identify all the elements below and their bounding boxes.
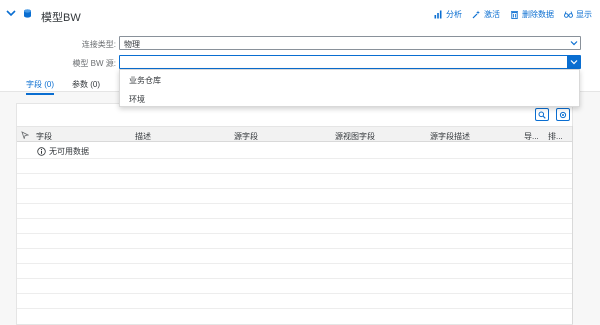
analyze-label: 分析	[446, 10, 462, 19]
info-icon	[37, 147, 46, 156]
row-divider	[17, 248, 572, 249]
row-divider	[17, 263, 572, 264]
chevron-down-icon	[570, 60, 577, 65]
empty-message: 无可用数据	[37, 146, 89, 157]
tab-fields[interactable]: 字段 (0)	[26, 79, 54, 95]
delete-data-button[interactable]: 删除数据	[510, 9, 554, 20]
row-divider	[17, 173, 572, 174]
bw-source-dropdown-toggle[interactable]	[567, 56, 580, 68]
page-title: 模型BW	[41, 12, 81, 24]
column-header-sort[interactable]: 排...	[548, 131, 563, 142]
collapse-chevron-icon[interactable]	[5, 7, 17, 19]
connection-type-select[interactable]: 物理	[119, 36, 581, 50]
analyze-icon	[434, 10, 442, 19]
select-all-icon[interactable]	[21, 131, 29, 139]
row-divider	[17, 308, 572, 309]
model-icon	[24, 9, 31, 18]
table-settings-button[interactable]	[556, 108, 570, 121]
connection-type-label: 连接类型:	[81, 40, 116, 49]
row-divider	[17, 278, 572, 279]
row-divider	[17, 188, 572, 189]
table-search-button[interactable]	[535, 108, 549, 121]
search-icon	[538, 111, 546, 119]
connection-type-value: 物理	[124, 40, 140, 49]
activate-label: 激活	[484, 10, 500, 19]
page-header: 模型BW 分析 激活 删除数据 显示	[0, 0, 600, 28]
display-label: 显示	[576, 10, 592, 19]
tab-parameters[interactable]: 参数 (0)	[72, 79, 100, 90]
empty-table-row: 无可用数据	[17, 142, 572, 157]
display-button[interactable]: 显示	[564, 9, 592, 20]
row-divider	[17, 203, 572, 204]
table-header: 字段 描述 源字段 源视图字段 源字段描述 导... 排...	[17, 126, 572, 142]
column-header-source-field-description[interactable]: 源字段描述	[430, 131, 470, 142]
dropdown-option-business-warehouse[interactable]: 业务仓库	[120, 70, 579, 88]
display-icon	[564, 11, 573, 18]
fields-table-panel: 字段 描述 源字段 源视图字段 源字段描述 导... 排... 无可用数据	[16, 103, 573, 325]
chevron-down-icon	[570, 41, 577, 46]
activate-button[interactable]: 激活	[472, 9, 500, 20]
row-divider	[17, 158, 572, 159]
activate-icon	[472, 10, 480, 19]
delete-icon	[511, 11, 518, 19]
connection-type-dropdown-toggle[interactable]	[567, 37, 580, 49]
bw-source-select[interactable]	[119, 55, 581, 69]
row-divider	[17, 218, 572, 219]
vertical-scrollbar[interactable]	[572, 126, 573, 324]
column-header-source-view-field[interactable]: 源视图字段	[335, 131, 375, 142]
toolbar: 分析 激活 删除数据 显示	[434, 9, 592, 20]
gear-icon	[559, 111, 567, 118]
row-divider	[17, 233, 572, 234]
column-header-description[interactable]: 描述	[135, 131, 151, 142]
column-header-import[interactable]: 导...	[524, 131, 539, 142]
empty-message-text: 无可用数据	[49, 147, 89, 156]
dropdown-option-environment[interactable]: 环境	[120, 89, 579, 107]
bw-source-label: 模型 BW 源:	[72, 59, 116, 68]
bw-source-dropdown-list: 业务仓库 环境	[119, 69, 580, 107]
column-header-field[interactable]: 字段	[36, 131, 52, 142]
analyze-button[interactable]: 分析	[434, 9, 462, 20]
column-header-source-field[interactable]: 源字段	[234, 131, 258, 142]
delete-data-label: 删除数据	[522, 10, 554, 19]
row-divider	[17, 293, 572, 294]
